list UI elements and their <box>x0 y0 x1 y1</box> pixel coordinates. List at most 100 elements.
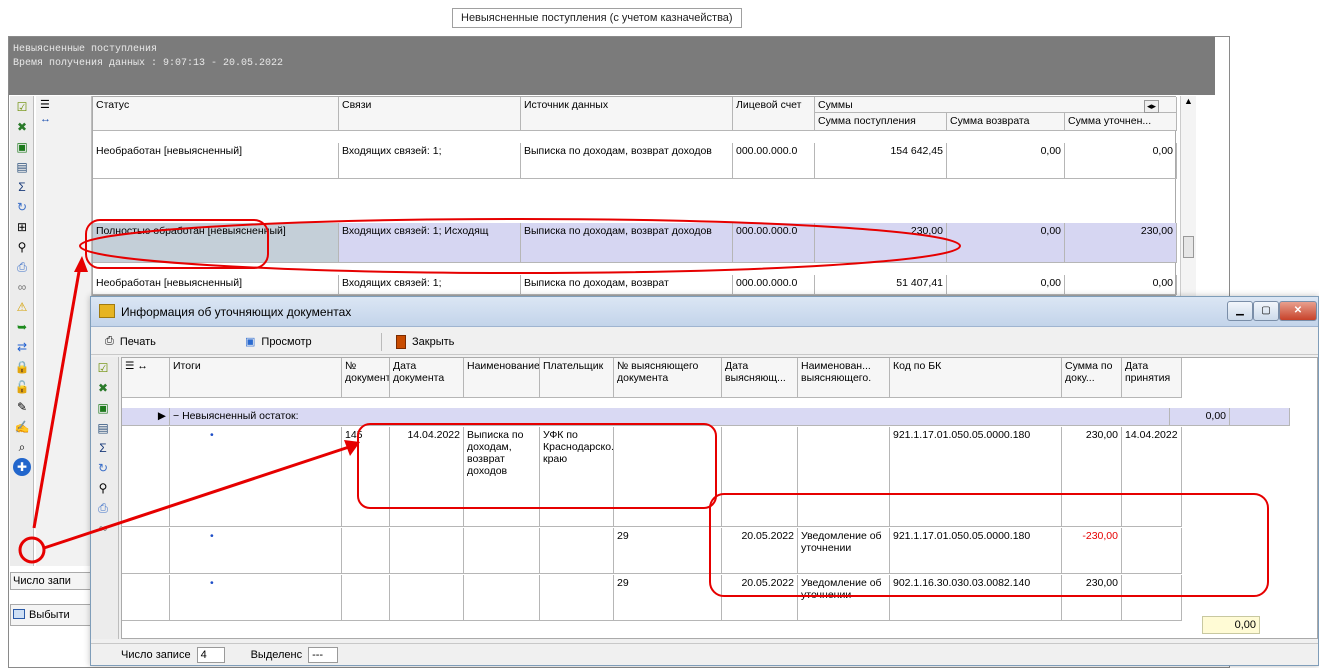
preview-button[interactable]: ▣ Просмотр <box>231 331 381 353</box>
cell-links: Входящих связей: 1; Исходящ <box>339 223 521 262</box>
close-window-button[interactable]: ✕ <box>1279 301 1317 321</box>
check-icon[interactable]: ☑ <box>94 359 112 377</box>
cross-icon[interactable]: ✖ <box>13 118 31 136</box>
cell-doc-date <box>390 575 464 620</box>
col-sums-title[interactable]: Суммы <box>815 97 1177 113</box>
col-doc-sum[interactable]: Сумма по доку... <box>1062 358 1122 397</box>
col-sum-clarify[interactable]: Сумма уточнен... <box>1065 112 1177 130</box>
cell-account: 000.00.000.0 <box>733 143 815 178</box>
clarifying-docs-dialog: Информация об уточняющих документах ▁ ▢ … <box>90 296 1319 666</box>
cell-doc-sum: -230,00 <box>1062 528 1122 573</box>
print-icon[interactable]: ⎙ <box>94 499 112 517</box>
col-doc-date[interactable]: Дата документа <box>390 358 464 397</box>
col-kbk[interactable]: Код по БК <box>890 358 1062 397</box>
cell-sum-return: 0,00 <box>947 275 1065 294</box>
link-icon[interactable]: ∞ <box>13 278 31 296</box>
cell-links: Входящих связей: 1; <box>339 143 521 178</box>
cell-accept-date <box>1122 528 1182 573</box>
col-clar-name[interactable]: Наименован... выясняющего. <box>798 358 890 397</box>
sum-icon[interactable]: Σ <box>94 439 112 457</box>
table-row[interactable]: • 29 20.05.2022 Уведомление об уточнении… <box>122 528 1182 574</box>
cell-payer <box>540 575 614 620</box>
cell-accept-date: 14.04.2022 <box>1122 427 1182 526</box>
sum-icon[interactable]: Σ <box>13 178 31 196</box>
table-row[interactable]: • 29 20.05.2022 Уведомление об уточнении… <box>122 575 1182 621</box>
dialog-toolbar: ⎙ Печать ▣ Просмотр Закрыть <box>91 329 1318 355</box>
vertical-scrollbar[interactable]: ▲ <box>1180 96 1196 296</box>
cell-name <box>464 528 540 573</box>
print-label: Печать <box>119 335 156 348</box>
cell-kbk: 921.1.17.01.050.05.0000.180 <box>890 427 1062 526</box>
col-totals[interactable]: Итоги <box>170 358 342 397</box>
save-icon[interactable]: ▤ <box>13 158 31 176</box>
dialog-titlebar[interactable]: Информация об уточняющих документах <box>91 297 1318 327</box>
scroll-thumb[interactable] <box>1183 236 1194 258</box>
table-row[interactable]: Необработан [невыясненный] Входящих связ… <box>93 143 1177 179</box>
scroll-up-icon[interactable]: ▲ <box>1181 96 1196 106</box>
link-icon[interactable]: ∞ <box>94 519 112 537</box>
col-account[interactable]: Лицевой счет <box>733 97 815 130</box>
col-name[interactable]: Наименование <box>464 358 540 397</box>
col-source[interactable]: Источник данных <box>521 97 733 130</box>
col-status[interactable]: Статус <box>93 97 339 130</box>
cross-icon[interactable]: ✖ <box>94 379 112 397</box>
collapse-icon[interactable]: − <box>173 410 179 422</box>
expand-icon[interactable]: ↔ <box>36 113 91 125</box>
binoculars-icon[interactable]: ⚲ <box>13 238 31 256</box>
minimize-button[interactable]: ▁ <box>1227 301 1253 321</box>
print-icon[interactable]: ⎙ <box>13 258 31 276</box>
col-accept-date[interactable]: Дата принятия <box>1122 358 1182 397</box>
table-row-selected[interactable]: Полностью обработан [невыясненный] Входя… <box>93 223 1177 263</box>
col-clar-num[interactable]: № выясняющего документа <box>614 358 722 397</box>
col-clar-date[interactable]: Дата выясняющ... <box>722 358 798 397</box>
save-icon[interactable]: ▤ <box>94 419 112 437</box>
cell-status: Полностью обработан [невыясненный] <box>93 223 339 262</box>
table-row[interactable]: Необработан [невыясненный] Входящих связ… <box>93 275 1177 295</box>
close-button[interactable]: Закрыть <box>382 331 468 353</box>
binoculars-icon[interactable]: ⚲ <box>94 479 112 497</box>
cell-doc-num <box>342 528 390 573</box>
cell-payer: УФК по Краснодарско.. краю <box>540 427 614 526</box>
add-circle-icon[interactable]: ✚ <box>13 458 31 476</box>
col-sum-income[interactable]: Сумма поступления <box>815 112 947 130</box>
group-label: Невыясненный остаток: <box>182 410 299 422</box>
excel-icon[interactable]: ▣ <box>94 399 112 417</box>
marker-icon[interactable]: ✍ <box>13 418 31 436</box>
tree-icon[interactable]: ⊞ <box>13 218 31 236</box>
selected-label: Выделенс <box>250 648 303 661</box>
lock-icon[interactable]: 🔒 <box>13 358 31 376</box>
refresh-icon[interactable]: ↻ <box>13 198 31 216</box>
cell-status: Необработан [невыясненный] <box>93 275 339 294</box>
dialog-statusbar: Число записе 4 Выделенс --- <box>91 643 1318 665</box>
col-links[interactable]: Связи <box>339 97 521 130</box>
excel-icon[interactable]: ▣ <box>13 138 31 156</box>
records-count: 4 <box>196 646 225 663</box>
cell-sum-income: 230,00 <box>815 223 947 262</box>
green-arrow-icon[interactable]: ➥ <box>13 318 31 336</box>
bg-bottom-tab[interactable]: Выбыти <box>10 604 92 626</box>
unlock-icon[interactable]: 🔓 <box>13 378 31 396</box>
warning-icon[interactable]: ⚠ <box>13 298 31 316</box>
table-row[interactable]: • 145 14.04.2022 Выписка по доходам, воз… <box>122 427 1182 527</box>
print-button[interactable]: ⎙ Печать <box>91 331 231 353</box>
sync-icon[interactable]: ⇄ <box>13 338 31 356</box>
maximize-button[interactable]: ▢ <box>1253 301 1279 321</box>
list-icon[interactable]: ☰ ↔ <box>122 358 170 397</box>
pencil-icon[interactable]: ✎ <box>13 398 31 416</box>
refresh-icon[interactable]: ↻ <box>94 459 112 477</box>
list-icon[interactable]: ☰ <box>36 96 91 113</box>
cell-clar-name: Уведомление об уточнении <box>798 575 890 620</box>
window-tab-title[interactable]: Невыясненные поступления (с учетом казна… <box>452 8 742 28</box>
cell-source: Выписка по доходам, возврат <box>521 275 733 294</box>
col-sum-return[interactable]: Сумма возврата <box>947 112 1065 130</box>
search-icon[interactable]: ⌕ <box>13 438 31 456</box>
column-nav-icon[interactable]: ◂▸ <box>1144 100 1160 113</box>
cell-clar-date <box>722 427 798 526</box>
door-icon <box>396 334 406 349</box>
col-sums: Суммы Сумма поступления Сумма возврата С… <box>815 97 1177 130</box>
group-row[interactable]: ▶ − Невыясненный остаток: 0,00 <box>122 408 1290 426</box>
check-icon[interactable]: ☑ <box>13 98 31 116</box>
col-doc-num[interactable]: № документа <box>342 358 390 397</box>
cell-sum-return: 0,00 <box>947 223 1065 262</box>
col-payer[interactable]: Плательщик <box>540 358 614 397</box>
